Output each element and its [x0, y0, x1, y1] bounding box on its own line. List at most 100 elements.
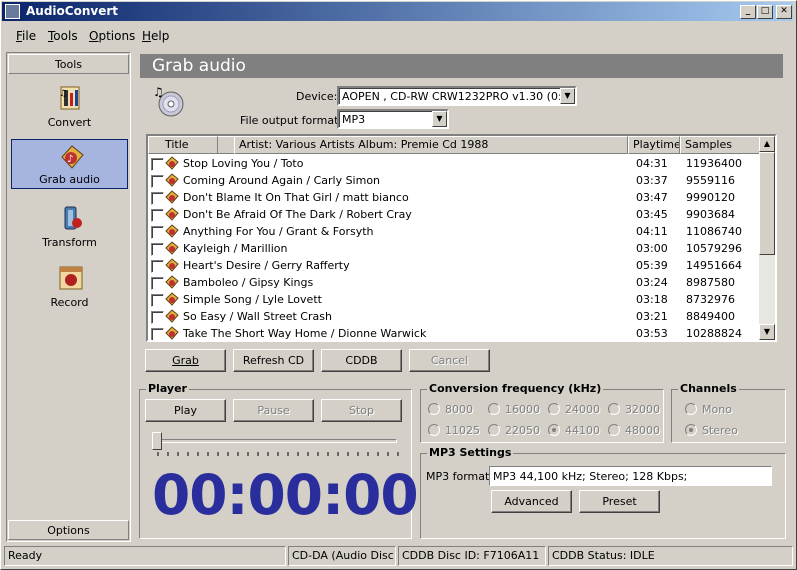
stop-button[interactable]: Stop — [321, 399, 402, 422]
frequency-label: 16000 — [505, 403, 540, 416]
app-icon — [5, 4, 20, 19]
menu-options[interactable]: Options — [89, 29, 135, 43]
close-button[interactable]: ✕ — [776, 5, 792, 19]
sidebar-item-grab-audio[interactable]: ♪ Grab audio — [11, 139, 128, 189]
track-playtime: 03:21 — [636, 310, 668, 323]
frequency-radio-32000[interactable]: 32000 — [608, 403, 660, 416]
maximize-button[interactable]: □ — [757, 5, 773, 19]
track-checkbox[interactable] — [151, 226, 164, 239]
track-list-scrollbar[interactable]: ▲ ▼ — [759, 136, 775, 340]
track-samples: 10288824 — [686, 327, 742, 340]
sidebar-item-label: Convert — [47, 116, 92, 129]
track-checkbox[interactable] — [151, 294, 164, 307]
frequency-radio-24000[interactable]: 24000 — [548, 403, 600, 416]
track-playtime: 03:45 — [636, 208, 668, 221]
cddb-button[interactable]: CDDB — [321, 349, 402, 372]
chevron-down-icon[interactable]: ▼ — [560, 88, 575, 104]
transform-icon — [64, 206, 82, 230]
sidebar-header-tools[interactable]: Tools — [8, 54, 129, 74]
channels-title: Channels — [678, 382, 739, 395]
seek-track[interactable] — [157, 439, 397, 443]
track-checkbox[interactable] — [151, 277, 164, 290]
table-row[interactable]: Simple Song / Lyle Lovett 03:18 8732976 — [148, 291, 761, 308]
table-row[interactable]: Take The Short Way Home / Dionne Warwick… — [148, 325, 761, 340]
audio-track-icon — [165, 275, 179, 289]
table-row[interactable]: So Easy / Wall Street Crash 03:21 8849400 — [148, 308, 761, 325]
track-checkbox[interactable] — [151, 260, 164, 273]
menu-file[interactable]: File — [16, 29, 36, 43]
track-title: Don't Be Afraid Of The Dark / Robert Cra… — [183, 208, 412, 221]
scroll-up-icon[interactable]: ▲ — [759, 136, 775, 152]
sidebar-item-convert[interactable]: ♫ Convert — [11, 81, 128, 131]
table-row[interactable]: Don't Be Afraid Of The Dark / Robert Cra… — [148, 206, 761, 223]
frequency-radio-16000[interactable]: 16000 — [488, 403, 540, 416]
frequency-label: 11025 — [445, 424, 480, 437]
column-header-title[interactable]: Title — [148, 136, 218, 154]
table-row[interactable]: Don't Blame It On That Girl / matt bianc… — [148, 189, 761, 206]
frequency-radio-48000[interactable]: 48000 — [608, 424, 660, 437]
device-select[interactable]: AOPEN , CD-RW CRW1232PRO v1.30 (0:2:0) ▼ — [337, 86, 577, 106]
frequency-label: 22050 — [505, 424, 540, 437]
frequency-radio-22050[interactable]: 22050 — [488, 424, 540, 437]
frequency-radio-44100[interactable]: 44100 — [548, 424, 600, 437]
sidebar-footer-options[interactable]: Options — [8, 520, 129, 540]
svg-text:♫: ♫ — [59, 89, 67, 99]
refresh-cd-button[interactable]: Refresh CD — [233, 349, 314, 372]
status-ready: Ready — [4, 546, 286, 566]
mp3-format-field[interactable]: MP3 44,100 kHz; Stereo; 128 Kbps; — [489, 466, 772, 486]
track-checkbox[interactable] — [151, 209, 164, 222]
column-header-artist[interactable]: Artist: Various Artists Album: Premie Cd… — [234, 136, 628, 154]
table-row[interactable]: Kayleigh / Marillion 03:00 10579296 — [148, 240, 761, 257]
preset-button[interactable]: Preset — [579, 490, 660, 513]
table-row[interactable]: Coming Around Again / Carly Simon 03:37 95… — [148, 172, 761, 189]
track-playtime: 03:24 — [636, 276, 668, 289]
track-checkbox[interactable] — [151, 192, 164, 205]
svg-text:♪: ♪ — [67, 154, 73, 165]
frequency-radio-11025[interactable]: 11025 — [428, 424, 480, 437]
advanced-button[interactable]: Advanced — [491, 490, 572, 513]
status-disc-id: CDDB Disc ID: F7106A11 — [398, 546, 546, 566]
cancel-button[interactable]: Cancel — [409, 349, 490, 372]
track-title: Anything For You / Grant & Forsyth — [183, 225, 374, 238]
track-playtime: 03:00 — [636, 242, 668, 255]
seek-slider-thumb[interactable] — [152, 432, 162, 450]
frequency-radio-8000[interactable]: 8000 — [428, 403, 473, 416]
radio-icon — [488, 403, 500, 415]
track-title: Kayleigh / Marillion — [183, 242, 288, 255]
menu-tools[interactable]: Tools — [48, 29, 78, 43]
mp3-format-label: MP3 format: — [426, 470, 494, 483]
table-row[interactable]: Anything For You / Grant & Forsyth 04:11 1… — [148, 223, 761, 240]
track-title: Don't Blame It On That Girl / matt bianc… — [183, 191, 409, 204]
channel-radio-stereo[interactable]: Stereo — [685, 424, 738, 437]
menu-help[interactable]: Help — [142, 29, 169, 43]
title-bar[interactable]: AudioConvert _ □ ✕ — [2, 2, 793, 21]
audio-track-icon — [165, 258, 179, 272]
chevron-down-icon[interactable]: ▼ — [432, 111, 447, 127]
play-button[interactable]: Play — [145, 399, 226, 422]
track-list[interactable]: Title Artist: Various Artists Album: Pre… — [146, 134, 777, 342]
track-checkbox[interactable] — [151, 243, 164, 256]
seek-ticks — [157, 452, 399, 456]
pause-button[interactable]: Pause — [233, 399, 314, 422]
sidebar-item-record[interactable]: Record — [11, 261, 128, 311]
track-playtime: 03:53 — [636, 327, 668, 340]
track-checkbox[interactable] — [151, 311, 164, 324]
scroll-down-icon[interactable]: ▼ — [759, 324, 775, 340]
radio-icon — [685, 403, 697, 415]
output-format-select[interactable]: MP3 ▼ — [337, 109, 449, 129]
table-row[interactable]: Bamboleo / Gipsy Kings 03:24 8987580 — [148, 274, 761, 291]
sidebar-item-transform[interactable]: Transform — [11, 201, 128, 251]
mp3-settings-title: MP3 Settings — [427, 446, 514, 459]
sidebar-item-label: Transform — [42, 236, 97, 249]
column-header-samples[interactable]: Samples — [680, 136, 761, 154]
column-header-playtime[interactable]: Playtime — [628, 136, 680, 154]
track-checkbox[interactable] — [151, 158, 164, 171]
minimize-button[interactable]: _ — [740, 5, 756, 19]
grab-button[interactable]: Grab — [145, 349, 226, 372]
table-row[interactable]: Heart's Desire / Gerry Rafferty 05:39 1495… — [148, 257, 761, 274]
scroll-thumb[interactable] — [759, 152, 775, 255]
table-row[interactable]: Stop Loving You / Toto 04:31 11936400 — [148, 155, 761, 172]
track-checkbox[interactable] — [151, 175, 164, 188]
track-checkbox[interactable] — [151, 328, 164, 340]
channel-radio-mono[interactable]: Mono — [685, 403, 732, 416]
